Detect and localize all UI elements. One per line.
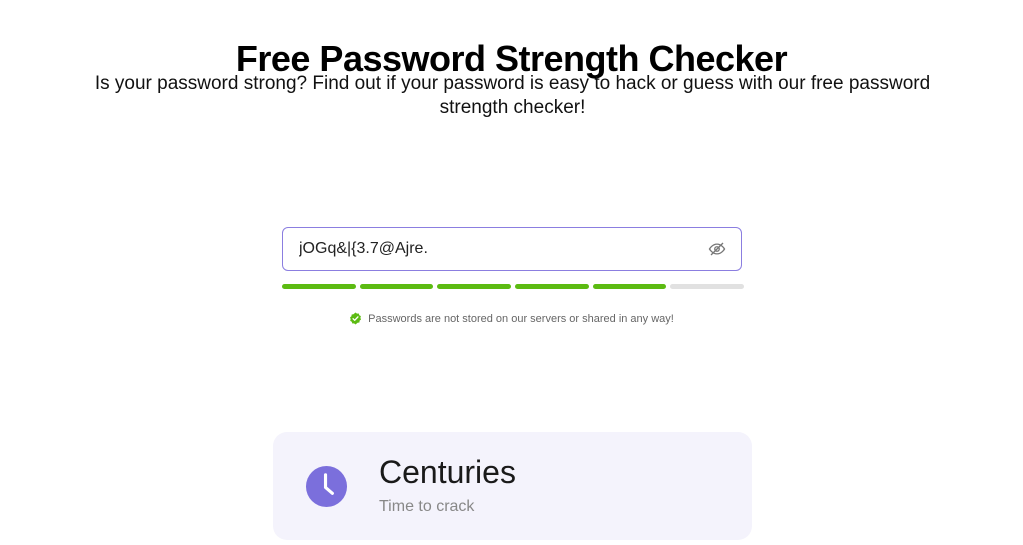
- password-field[interactable]: [282, 227, 742, 271]
- eye-icon[interactable]: [707, 239, 727, 259]
- strength-segment: [437, 284, 512, 289]
- crack-time-card: Centuries Time to crack: [273, 432, 752, 540]
- privacy-notice: Passwords are not stored on our servers …: [0, 312, 1023, 325]
- strength-segment: [670, 284, 745, 289]
- crack-time-label: Time to crack: [379, 498, 475, 515]
- privacy-notice-text: Passwords are not stored on our servers …: [368, 312, 674, 325]
- check-badge-icon: [349, 312, 362, 325]
- crack-time-value: Centuries: [379, 454, 516, 490]
- strength-segment: [515, 284, 589, 289]
- strength-segment: [282, 284, 356, 289]
- strength-segment: [359, 284, 434, 289]
- strength-segment: [592, 284, 667, 289]
- password-input[interactable]: [299, 240, 707, 258]
- strength-meter: [282, 284, 745, 289]
- page-subtitle: Is your password strong? Find out if you…: [94, 73, 931, 118]
- clock-icon: [305, 465, 348, 508]
